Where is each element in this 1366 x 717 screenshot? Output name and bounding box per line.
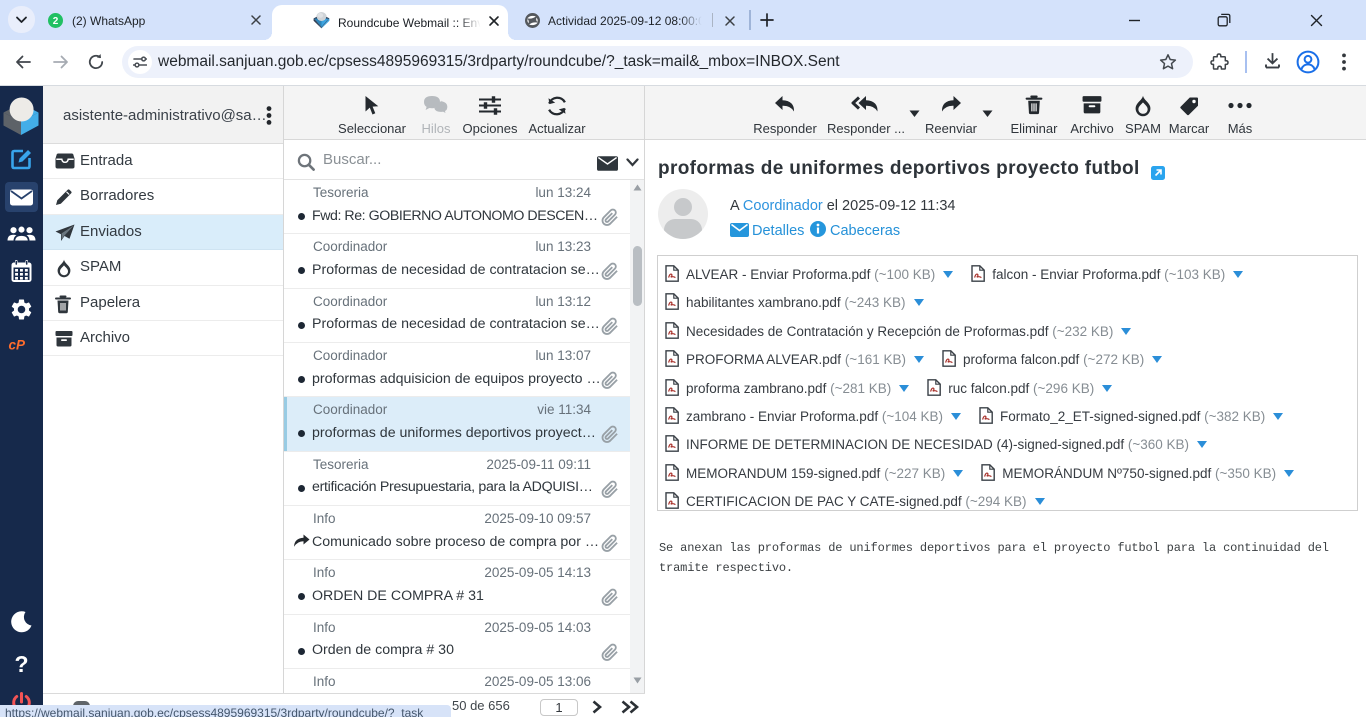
svg-text:?: ? <box>14 653 28 677</box>
svg-text:2: 2 <box>53 16 59 27</box>
svg-text:cP: cP <box>9 338 27 353</box>
